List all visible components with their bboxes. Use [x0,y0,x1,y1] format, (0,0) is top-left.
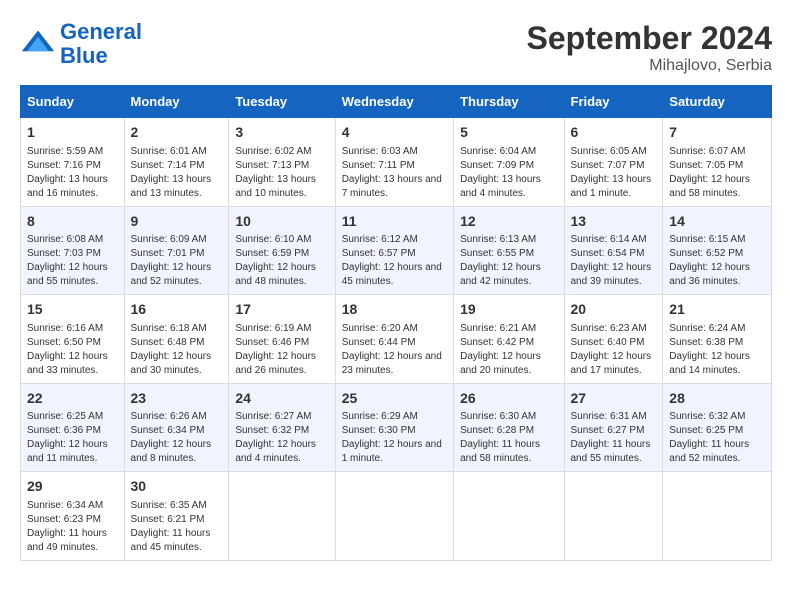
title-block: September 2024 Mihajlovo, Serbia [527,20,772,75]
day-cell-7: 7 Sunrise: 6:07 AM Sunset: 7:05 PM Dayli… [663,118,772,207]
empty-cell-2 [335,472,453,561]
week-row-4: 22 Sunrise: 6:25 AM Sunset: 6:36 PM Dayl… [21,383,772,472]
day-cell-12: 12 Sunrise: 6:13 AM Sunset: 6:55 PM Dayl… [454,206,564,295]
day-cell-5: 5 Sunrise: 6:04 AM Sunset: 7:09 PM Dayli… [454,118,564,207]
day-cell-19: 19 Sunrise: 6:21 AM Sunset: 6:42 PM Dayl… [454,295,564,384]
day-cell-23: 23 Sunrise: 6:26 AM Sunset: 6:34 PM Dayl… [124,383,229,472]
header-wednesday: Wednesday [335,86,453,118]
day-cell-29: 29 Sunrise: 6:34 AM Sunset: 6:23 PM Dayl… [21,472,125,561]
logo-text: General Blue [60,20,142,68]
day-cell-25: 25 Sunrise: 6:29 AM Sunset: 6:30 PM Dayl… [335,383,453,472]
day-cell-13: 13 Sunrise: 6:14 AM Sunset: 6:54 PM Dayl… [564,206,663,295]
week-row-2: 8 Sunrise: 6:08 AM Sunset: 7:03 PM Dayli… [21,206,772,295]
day-cell-8: 8 Sunrise: 6:08 AM Sunset: 7:03 PM Dayli… [21,206,125,295]
header-thursday: Thursday [454,86,564,118]
day-cell-21: 21 Sunrise: 6:24 AM Sunset: 6:38 PM Dayl… [663,295,772,384]
page-title: September 2024 [527,20,772,57]
day-cell-24: 24 Sunrise: 6:27 AM Sunset: 6:32 PM Dayl… [229,383,335,472]
day-cell-15: 15 Sunrise: 6:16 AM Sunset: 6:50 PM Dayl… [21,295,125,384]
day-cell-28: 28 Sunrise: 6:32 AM Sunset: 6:25 PM Dayl… [663,383,772,472]
header-sunday: Sunday [21,86,125,118]
day-cell-4: 4 Sunrise: 6:03 AM Sunset: 7:11 PM Dayli… [335,118,453,207]
week-row-5: 29 Sunrise: 6:34 AM Sunset: 6:23 PM Dayl… [21,472,772,561]
day-cell-2: 2 Sunrise: 6:01 AM Sunset: 7:14 PM Dayli… [124,118,229,207]
day-cell-30: 30 Sunrise: 6:35 AM Sunset: 6:21 PM Dayl… [124,472,229,561]
day-cell-6: 6 Sunrise: 6:05 AM Sunset: 7:07 PM Dayli… [564,118,663,207]
day-cell-26: 26 Sunrise: 6:30 AM Sunset: 6:28 PM Dayl… [454,383,564,472]
day-cell-14: 14 Sunrise: 6:15 AM Sunset: 6:52 PM Dayl… [663,206,772,295]
week-row-3: 15 Sunrise: 6:16 AM Sunset: 6:50 PM Dayl… [21,295,772,384]
logo-blue: Blue [60,43,108,68]
header-friday: Friday [564,86,663,118]
day-cell-22: 22 Sunrise: 6:25 AM Sunset: 6:36 PM Dayl… [21,383,125,472]
day-cell-20: 20 Sunrise: 6:23 AM Sunset: 6:40 PM Dayl… [564,295,663,384]
calendar-table: Sunday Monday Tuesday Wednesday Thursday… [20,85,772,561]
empty-cell-5 [663,472,772,561]
day-cell-18: 18 Sunrise: 6:20 AM Sunset: 6:44 PM Dayl… [335,295,453,384]
logo-icon [20,26,56,62]
week-row-1: 1 Sunrise: 5:59 AM Sunset: 7:16 PM Dayli… [21,118,772,207]
header-monday: Monday [124,86,229,118]
logo-general: General [60,19,142,44]
logo: General Blue [20,20,142,68]
day-cell-11: 11 Sunrise: 6:12 AM Sunset: 6:57 PM Dayl… [335,206,453,295]
header-saturday: Saturday [663,86,772,118]
day-cell-9: 9 Sunrise: 6:09 AM Sunset: 7:01 PM Dayli… [124,206,229,295]
empty-cell-3 [454,472,564,561]
day-cell-1: 1 Sunrise: 5:59 AM Sunset: 7:16 PM Dayli… [21,118,125,207]
calendar-header: Sunday Monday Tuesday Wednesday Thursday… [21,86,772,118]
day-cell-3: 3 Sunrise: 6:02 AM Sunset: 7:13 PM Dayli… [229,118,335,207]
calendar-body: 1 Sunrise: 5:59 AM Sunset: 7:16 PM Dayli… [21,118,772,561]
empty-cell-1 [229,472,335,561]
header-row: Sunday Monday Tuesday Wednesday Thursday… [21,86,772,118]
day-cell-10: 10 Sunrise: 6:10 AM Sunset: 6:59 PM Dayl… [229,206,335,295]
empty-cell-4 [564,472,663,561]
header-tuesday: Tuesday [229,86,335,118]
day-cell-16: 16 Sunrise: 6:18 AM Sunset: 6:48 PM Dayl… [124,295,229,384]
day-cell-17: 17 Sunrise: 6:19 AM Sunset: 6:46 PM Dayl… [229,295,335,384]
page-subtitle: Mihajlovo, Serbia [527,57,772,75]
page-header: General Blue September 2024 Mihajlovo, S… [20,20,772,75]
day-cell-27: 27 Sunrise: 6:31 AM Sunset: 6:27 PM Dayl… [564,383,663,472]
